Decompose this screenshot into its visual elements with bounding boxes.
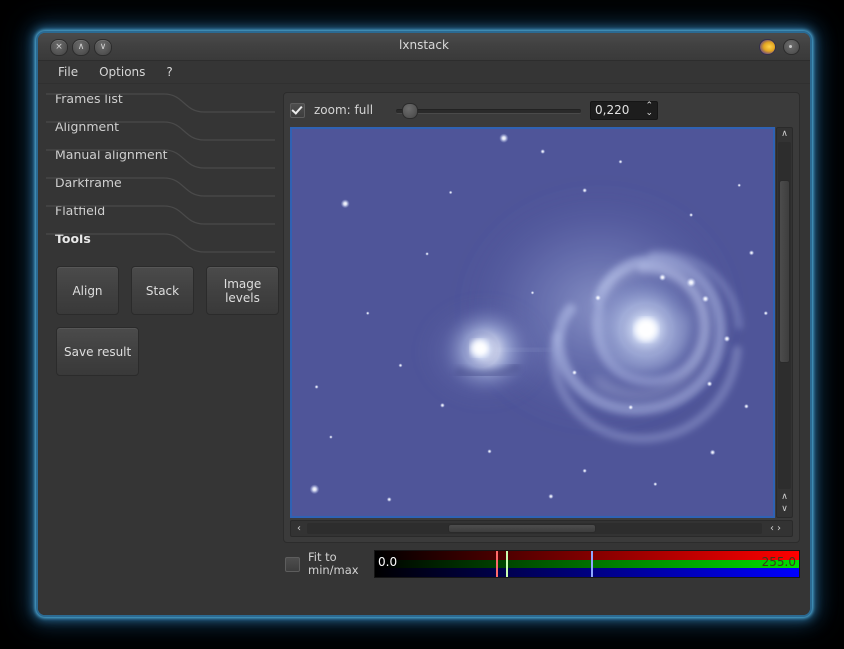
zoom-value-text: 0,220 [595,103,630,117]
scroll-right-step-icon[interactable]: › [777,523,784,534]
scroll-up-step-icon[interactable]: ∧ [777,491,792,503]
tools-panel: Align Stack Image levels Save result [38,252,279,376]
zoom-full-label: zoom: full [314,103,374,117]
align-button-label: Align [72,283,103,298]
sidebar-item-darkframe[interactable]: Darkframe [38,168,279,197]
zoom-slider-groove [396,109,582,114]
levels-gradient-bar[interactable]: 0.0 255.0 [374,550,800,578]
levels-max-value: 255.0 [761,555,796,569]
save-result-button-label: Save result [64,344,132,359]
fit-to-minmax-checkbox[interactable] [285,556,300,572]
vertical-scroll-thumb[interactable] [779,180,790,363]
tools-row-primary: Align Stack Image levels [56,266,279,315]
fit-to-minmax-label: Fit to min/max [308,551,366,577]
sidebar-item-label: Frames list [55,90,123,106]
blue-level-marker[interactable] [591,551,594,577]
scroll-down-step-icon[interactable]: ∨ [777,503,792,515]
align-button[interactable]: Align [56,266,119,315]
horizontal-scroll-step-buttons[interactable]: ‹› [762,523,792,534]
sidebar-item-label: Darkframe [55,174,122,190]
red-level-marker[interactable] [495,551,498,577]
image-canvas[interactable] [290,127,775,518]
vertical-scrollbar[interactable]: ∧ ∧ ∨ [776,127,793,518]
title-bar-right-controls [759,39,800,55]
sidebar: Frames list Alignment Manual alignment D… [38,84,279,615]
desktop-backdrop: × ∧ ∨ lxnstack File Options ? Frames lis… [0,0,844,649]
scroll-left-step-icon[interactable]: ‹ [770,523,777,534]
horizontal-scroll-track[interactable] [307,523,762,534]
zoom-slider-handle[interactable] [401,103,418,119]
zoom-value-spinbox[interactable]: 0,220 ⌃ ⌄ [590,100,659,120]
fit-label-line2: min/max [308,563,359,577]
title-bar: × ∧ ∨ lxnstack [38,33,810,61]
sidebar-item-tools[interactable]: Tools [38,224,279,253]
sidebar-item-label: Alignment [55,118,120,134]
image-levels-button-label: Image levels [223,276,262,305]
sidebar-item-flatfield[interactable]: Flatfield [38,196,279,225]
menu-help[interactable]: ? [157,63,181,81]
green-level-marker[interactable] [506,551,509,577]
red-channel-band [375,551,799,560]
levels-row: Fit to min/max 0.0 255.0 [283,550,800,578]
chevron-down-icon[interactable]: ⌄ [645,109,653,118]
stack-button[interactable]: Stack [131,266,194,315]
viewer-frame: zoom: full 0,220 ⌃ ⌄ ∧ ∧ ∨ ‹ ‹› [283,92,800,543]
sidebar-item-frames-list[interactable]: Frames list [38,84,279,113]
window-title: lxnstack [399,38,449,52]
zoom-full-checkbox[interactable] [290,102,305,118]
viewer-pane: zoom: full 0,220 ⌃ ⌄ ∧ ∧ ∨ ‹ ‹› Fit to m… [279,84,810,615]
sidebar-item-label: Manual alignment [55,146,168,162]
sidebar-item-alignment[interactable]: Alignment [38,112,279,141]
scroll-up-icon[interactable]: ∧ [777,128,792,141]
blue-channel-band [375,568,799,577]
application-window: × ∧ ∨ lxnstack File Options ? Frames lis… [36,31,812,617]
image-levels-button[interactable]: Image levels [206,266,279,315]
main-content: Frames list Alignment Manual alignment D… [38,84,810,615]
menu-options[interactable]: Options [90,63,154,81]
green-channel-band [375,559,799,569]
zoom-slider[interactable] [396,101,582,119]
scroll-left-icon[interactable]: ‹ [291,523,307,534]
stack-button-label: Stack [145,283,180,298]
tools-row-secondary: Save result [56,327,279,376]
activity-indicator-icon [759,39,776,55]
vertical-scroll-track[interactable] [778,142,791,489]
window-menu-button[interactable] [783,39,800,55]
astro-image [292,129,773,516]
menu-file[interactable]: File [49,63,87,81]
horizontal-scrollbar[interactable]: ‹ ‹› [290,520,793,537]
levels-min-value: 0.0 [378,555,398,569]
spinbox-arrows[interactable]: ⌃ ⌄ [645,102,653,118]
vertical-scroll-step-buttons[interactable]: ∧ ∨ [777,490,792,517]
save-result-button[interactable]: Save result [56,327,140,376]
sidebar-item-label: Flatfield [55,202,106,218]
sidebar-item-label: Tools [55,230,91,246]
menu-bar: File Options ? [38,61,810,84]
horizontal-scroll-thumb[interactable] [448,524,596,533]
sidebar-item-manual-alignment[interactable]: Manual alignment [38,140,279,169]
canvas-row: ∧ ∧ ∨ [290,127,793,518]
zoom-toolbar: zoom: full 0,220 ⌃ ⌄ [290,99,793,121]
